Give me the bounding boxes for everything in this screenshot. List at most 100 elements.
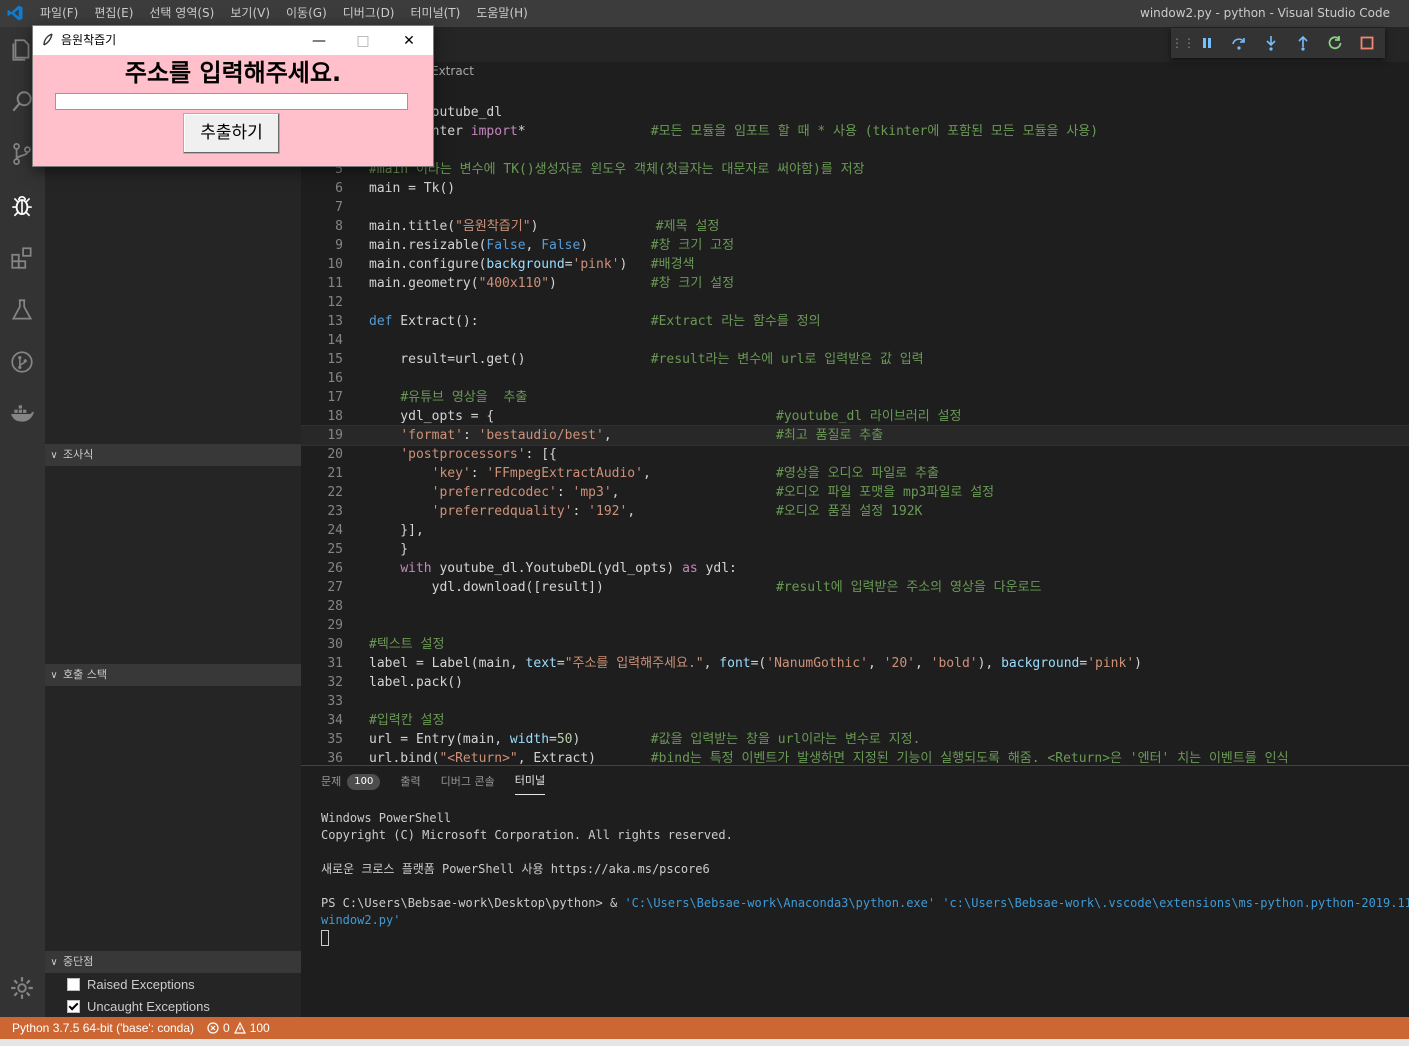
breakpoint-uncaught-exceptions[interactable]: Uncaught Exceptions <box>67 995 210 1017</box>
code-line[interactable]: 9 main.resizable(False, False) #창 크기 고정 <box>301 236 1409 255</box>
code-line[interactable] <box>301 141 1409 160</box>
code-line[interactable]: 28 <box>301 597 1409 616</box>
maximize-button[interactable]: □ <box>341 26 385 55</box>
test-flask-icon[interactable] <box>7 295 37 325</box>
menu-file[interactable]: 파일(F) <box>32 0 86 27</box>
code-line[interactable]: #불러오기 <box>301 84 1409 103</box>
menu-edit[interactable]: 편집(E) <box>86 0 141 27</box>
step-out-button[interactable] <box>1287 28 1319 58</box>
menu-bar: 파일(F) 편집(E) 선택 영역(S) 보기(V) 이동(G) 디버그(D) … <box>32 0 536 27</box>
code-line[interactable]: 14 <box>301 331 1409 350</box>
code-line[interactable]: 31 label = Label(main, text="주소를 입력해주세요."… <box>301 654 1409 673</box>
problems-count-badge: 100 <box>347 773 381 790</box>
python-interpreter[interactable]: Python 3.7.5 64-bit ('base': conda) <box>12 1017 194 1039</box>
code-line[interactable]: 27 ydl.download([result]) #result에 입력받은 … <box>301 578 1409 597</box>
code-line[interactable]: 11 main.geometry("400x110") #창 크기 설정 <box>301 274 1409 293</box>
code-line[interactable]: 34 #입력칸 설정 <box>301 711 1409 730</box>
terminal-line: 새로운 크로스 플랫폼 PowerShell 사용 https://aka.ms… <box>321 862 710 876</box>
git-graph-icon[interactable] <box>7 347 37 377</box>
line-number: 27 <box>327 580 343 595</box>
code-line[interactable]: 12 <box>301 293 1409 312</box>
docker-icon[interactable] <box>7 399 37 429</box>
terminal-line: Windows PowerShell <box>321 811 452 825</box>
problems-status[interactable]: 0 100 <box>207 1017 270 1039</box>
code-line[interactable]: 32 label.pack() <box>301 673 1409 692</box>
code-line[interactable]: 23 'preferredquality': '192', #오디오 품질 설정… <box>301 502 1409 521</box>
extract-button[interactable]: 추출하기 <box>183 113 280 154</box>
url-entry-input[interactable] <box>55 93 408 110</box>
code-line[interactable]: 13 def Extract(): #Extract 라는 함수를 정의 <box>301 312 1409 331</box>
line-number: 10 <box>327 257 343 272</box>
tab-problems[interactable]: 문제 100 <box>321 773 381 795</box>
restart-button[interactable] <box>1319 28 1351 58</box>
menu-debug[interactable]: 디버그(D) <box>335 0 403 27</box>
code-line[interactable]: 24 }], <box>301 521 1409 540</box>
code-line[interactable]: 5 #main 이라는 변수에 TK()생성자로 윈도우 객체(첫글자는 대문자로… <box>301 160 1409 179</box>
code-line[interactable]: 22 'preferredcodec': 'mp3', #오디오 파일 포맷을 … <box>301 483 1409 502</box>
code-line[interactable]: 20 'postprocessors': [{ <box>301 445 1409 464</box>
code-line[interactable]: 16 <box>301 369 1409 388</box>
tab-debug-console[interactable]: 디버그 콘솔 <box>441 773 495 795</box>
code-line[interactable]: 33 <box>301 692 1409 711</box>
line-number: 25 <box>327 542 343 557</box>
menu-terminal[interactable]: 터미널(T) <box>403 0 469 27</box>
menu-help[interactable]: 도움말(H) <box>468 0 536 27</box>
settings-gear-icon[interactable] <box>7 973 37 1003</box>
code-line[interactable]: 19 'format': 'bestaudio/best', #최고 품질로 추… <box>301 425 1409 446</box>
callstack-title: 호출 스택 <box>63 668 107 681</box>
line-number: 21 <box>327 466 343 481</box>
line-source: main.title("음원착즙기") #제목 설정 <box>369 219 720 234</box>
line-source: #유튜브 영상을 추출 <box>400 390 528 405</box>
breakpoints-section-header[interactable]: ∨ 중단점 <box>45 951 301 973</box>
watch-title: 조사식 <box>63 448 94 461</box>
line-number: 32 <box>327 675 343 690</box>
line-source: label = Label(main, text="주소를 입력해주세요.", … <box>369 656 1142 671</box>
code-line[interactable]: 6 main = Tk() <box>301 179 1409 198</box>
step-over-button[interactable] <box>1223 28 1255 58</box>
code-line[interactable]: 15 result=url.get() #result라는 변수에 url로 입… <box>301 350 1409 369</box>
debug-icon[interactable] <box>7 191 37 221</box>
code-line[interactable]: 26 with youtube_dl.YoutubeDL(ydl_opts) a… <box>301 559 1409 578</box>
tab-terminal[interactable]: 터미널 <box>514 772 546 795</box>
minimize-button[interactable]: — <box>297 26 341 55</box>
terminal-prompt: PS C:\Users\Bebsae-work\Desktop\python> … <box>321 896 625 910</box>
callstack-section-header[interactable]: ∨ 호출 스택 <box>45 664 301 686</box>
uncaught-exceptions-checkbox[interactable] <box>67 999 80 1013</box>
watch-section-header[interactable]: ∨ 조사식 <box>45 444 301 466</box>
code-line[interactable]: import youtube_dl <box>301 103 1409 122</box>
code-line[interactable]: 7 <box>301 198 1409 217</box>
code-line[interactable]: 10 main.configure(background='pink') #배경색 <box>301 255 1409 274</box>
code-line[interactable]: 8 main.title("음원착즙기") #제목 설정 <box>301 217 1409 236</box>
code-editor[interactable]: Extract #불러오기import youtube_dlfrom tkint… <box>301 27 1409 765</box>
window-title: window2.py - python - Visual Studio Code <box>1140 6 1390 20</box>
breakpoint-raised-exceptions[interactable]: Raised Exceptions <box>67 973 195 995</box>
raised-exceptions-checkbox[interactable] <box>67 977 80 991</box>
tab-output[interactable]: 출력 <box>400 773 420 795</box>
line-source: } <box>369 542 409 557</box>
code-line[interactable]: 25 } <box>301 540 1409 559</box>
stop-button[interactable] <box>1351 28 1383 58</box>
line-number: 8 <box>335 219 343 234</box>
code-line[interactable]: 18 ydl_opts = { #youtube_dl 라이브러리 설정 <box>301 407 1409 426</box>
code-line[interactable]: from tkinter import* #모든 모듈을 임포트 할 때 * 사… <box>301 122 1409 141</box>
menu-selection[interactable]: 선택 영역(S) <box>141 0 222 27</box>
step-into-button[interactable] <box>1255 28 1287 58</box>
menu-view[interactable]: 보기(V) <box>222 0 278 27</box>
line-number: 33 <box>327 694 343 709</box>
code-line[interactable]: 35 url = Entry(main, width=50) #값을 입력받는 창… <box>301 730 1409 749</box>
close-button[interactable]: ✕ <box>387 26 431 55</box>
line-number: 9 <box>335 238 343 253</box>
menu-go[interactable]: 이동(G) <box>278 0 335 27</box>
tk-title-bar[interactable]: 음원착즙기 — □ ✕ <box>33 26 433 55</box>
terminal-output[interactable]: Windows PowerShell Copyright (C) Microso… <box>321 810 1409 946</box>
pause-button[interactable] <box>1191 28 1223 58</box>
extensions-icon[interactable] <box>7 243 37 273</box>
drag-grip-icon[interactable]: ⋮⋮ <box>1171 36 1195 50</box>
code-line[interactable]: 30 #텍스트 설정 <box>301 635 1409 654</box>
code-line[interactable]: 29 <box>301 616 1409 635</box>
code-line[interactable]: 17 #유튜브 영상을 추출 <box>301 388 1409 407</box>
code-line[interactable]: 21 'key': 'FFmpegExtractAudio', #영상을 오디오… <box>301 464 1409 483</box>
line-number: 30 <box>327 637 343 652</box>
code-line[interactable]: 36 url.bind("<Return>", Extract) #bind는 특… <box>301 749 1409 765</box>
line-number: 15 <box>327 352 343 367</box>
